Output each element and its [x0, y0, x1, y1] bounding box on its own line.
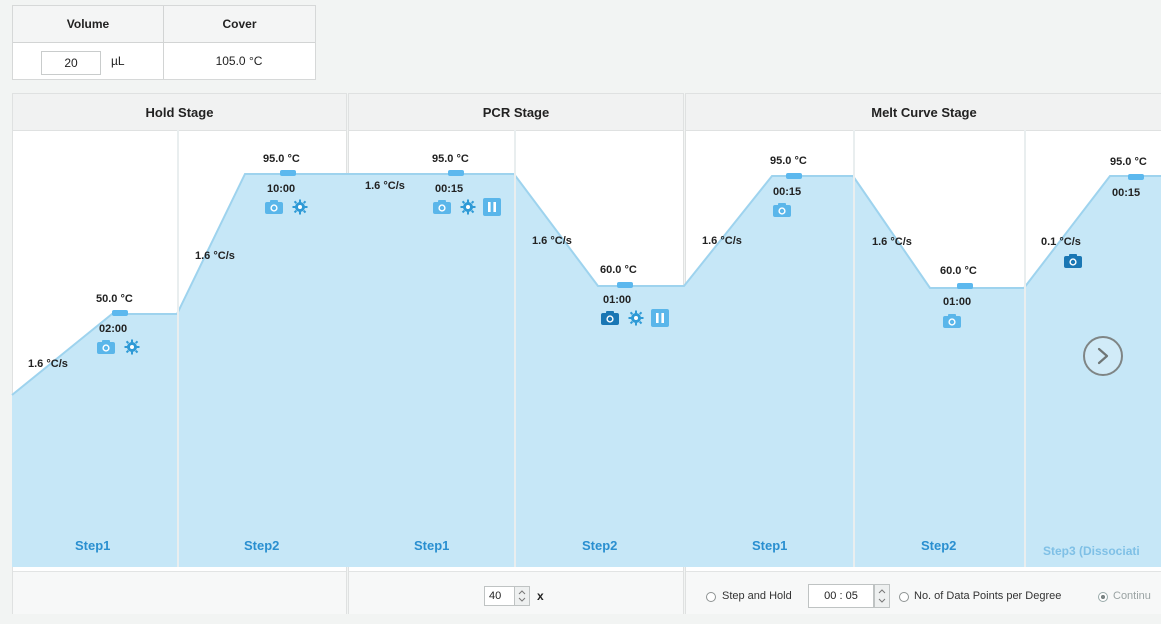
ramp-rate-label[interactable]: 0.1 °C/s [1041, 236, 1081, 248]
step-label[interactable]: Step3 (Dissociati [1043, 544, 1161, 558]
step-and-hold-radio[interactable] [706, 592, 716, 602]
temperature-drag-handle[interactable] [786, 173, 802, 179]
temperature-drag-handle[interactable] [280, 170, 296, 176]
data-points-label[interactable]: No. of Data Points per Degree [914, 590, 1061, 602]
cycles-suffix: x [537, 589, 544, 603]
step-hold-time[interactable]: 01:00 [603, 294, 631, 306]
hold-time-input[interactable]: 00 : 05 [808, 584, 874, 608]
camera-icon[interactable] [772, 202, 792, 218]
cycles-spinner[interactable] [514, 586, 530, 606]
step-temperature[interactable]: 60.0 °C [940, 265, 977, 277]
gear-icon[interactable] [458, 199, 478, 215]
step-temperature[interactable]: 95.0 °C [1110, 156, 1147, 168]
step-divider [177, 130, 179, 567]
gear-icon[interactable] [122, 339, 142, 355]
step-hold-time[interactable]: 01:00 [943, 296, 971, 308]
ramp-rate-label[interactable]: 1.6 °C/s [702, 235, 742, 247]
step-and-hold-label[interactable]: Step and Hold [722, 590, 792, 602]
step-hold-time[interactable]: 00:15 [773, 186, 801, 198]
temperature-drag-handle[interactable] [448, 170, 464, 176]
step-divider [853, 130, 855, 567]
pause-icon[interactable] [482, 198, 502, 216]
step-temperature[interactable]: 95.0 °C [432, 153, 469, 165]
camera-icon[interactable] [1063, 253, 1083, 269]
camera-icon[interactable] [264, 199, 284, 215]
continuous-label[interactable]: Continu [1113, 590, 1161, 602]
ramp-rate-label[interactable]: 1.6 °C/s [195, 250, 235, 262]
camera-icon[interactable] [96, 339, 116, 355]
step-hold-time[interactable]: 00:15 [1112, 187, 1140, 199]
temperature-drag-handle[interactable] [957, 283, 973, 289]
step-divider [1024, 130, 1026, 567]
hold-time-spinner[interactable] [874, 584, 890, 608]
ramp-rate-label[interactable]: 1.6 °C/s [532, 235, 572, 247]
pause-icon[interactable] [650, 309, 670, 327]
camera-icon[interactable] [942, 313, 962, 329]
step-label[interactable]: Step2 [921, 538, 956, 553]
continuous-radio[interactable] [1098, 592, 1108, 602]
scroll-right-button[interactable] [1083, 336, 1123, 376]
temperature-drag-handle[interactable] [112, 310, 128, 316]
step-divider [514, 130, 516, 567]
step-label[interactable]: Step2 [244, 538, 279, 553]
temperature-profile-fill [12, 174, 1161, 567]
data-points-radio[interactable] [899, 592, 909, 602]
step-temperature[interactable]: 60.0 °C [600, 264, 637, 276]
step-label[interactable]: Step1 [752, 538, 787, 553]
step-hold-time[interactable]: 00:15 [435, 183, 463, 195]
step-label[interactable]: Step2 [582, 538, 617, 553]
gear-icon[interactable] [290, 199, 310, 215]
step-temperature[interactable]: 95.0 °C [263, 153, 300, 165]
cycles-input[interactable]: 40 [484, 586, 518, 606]
step-hold-time[interactable]: 10:00 [267, 183, 295, 195]
temperature-profile-graph [11, 173, 1161, 567]
camera-icon[interactable] [600, 310, 620, 326]
temperature-drag-handle[interactable] [1128, 174, 1144, 180]
step-hold-time[interactable]: 02:00 [99, 323, 127, 335]
step-label[interactable]: Step1 [414, 538, 449, 553]
step-label[interactable]: Step1 [75, 538, 110, 553]
step-temperature[interactable]: 50.0 °C [96, 293, 133, 305]
step-temperature[interactable]: 95.0 °C [770, 155, 807, 167]
temperature-drag-handle[interactable] [617, 282, 633, 288]
ramp-rate-label[interactable]: 1.6 °C/s [28, 358, 68, 370]
ramp-rate-label[interactable]: 1.6 °C/s [872, 236, 912, 248]
camera-icon[interactable] [432, 199, 452, 215]
chevron-right-icon [1097, 347, 1109, 365]
gear-icon[interactable] [626, 310, 646, 326]
ramp-rate-label[interactable]: 1.6 °C/s [365, 180, 405, 192]
